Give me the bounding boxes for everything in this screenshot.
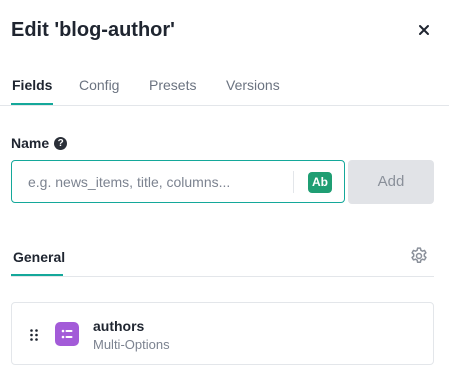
name-label-text: Name <box>11 135 50 151</box>
case-toggle-button[interactable]: Ab <box>308 172 332 193</box>
tab-general[interactable]: General <box>13 249 65 265</box>
list-icon <box>55 322 79 346</box>
active-group-indicator <box>11 274 63 276</box>
tab-bar: Fields Config Presets Versions <box>0 66 449 106</box>
name-input[interactable] <box>28 161 288 202</box>
gear-icon[interactable] <box>409 246 429 266</box>
name-input-wrapper: Ab <box>11 160 345 203</box>
active-tab-indicator <box>11 103 53 105</box>
name-label: Name ? <box>11 135 68 151</box>
field-row[interactable]: authors Multi-Options <box>11 302 434 365</box>
close-icon[interactable] <box>415 21 433 39</box>
field-name: authors <box>93 318 145 334</box>
page-title: Edit 'blog-author' <box>11 19 175 41</box>
drag-handle-icon[interactable] <box>30 328 38 341</box>
question-circle-icon[interactable]: ? <box>54 136 68 150</box>
add-button[interactable]: Add <box>348 160 434 204</box>
tab-presets[interactable]: Presets <box>149 77 196 93</box>
input-divider <box>293 171 294 193</box>
field-type: Multi-Options <box>93 337 170 352</box>
modal-header: Edit 'blog-author' <box>11 16 435 44</box>
group-tab-bar: General <box>11 238 434 277</box>
tab-config[interactable]: Config <box>79 77 119 93</box>
tab-fields[interactable]: Fields <box>12 77 52 93</box>
tab-versions[interactable]: Versions <box>226 77 280 93</box>
